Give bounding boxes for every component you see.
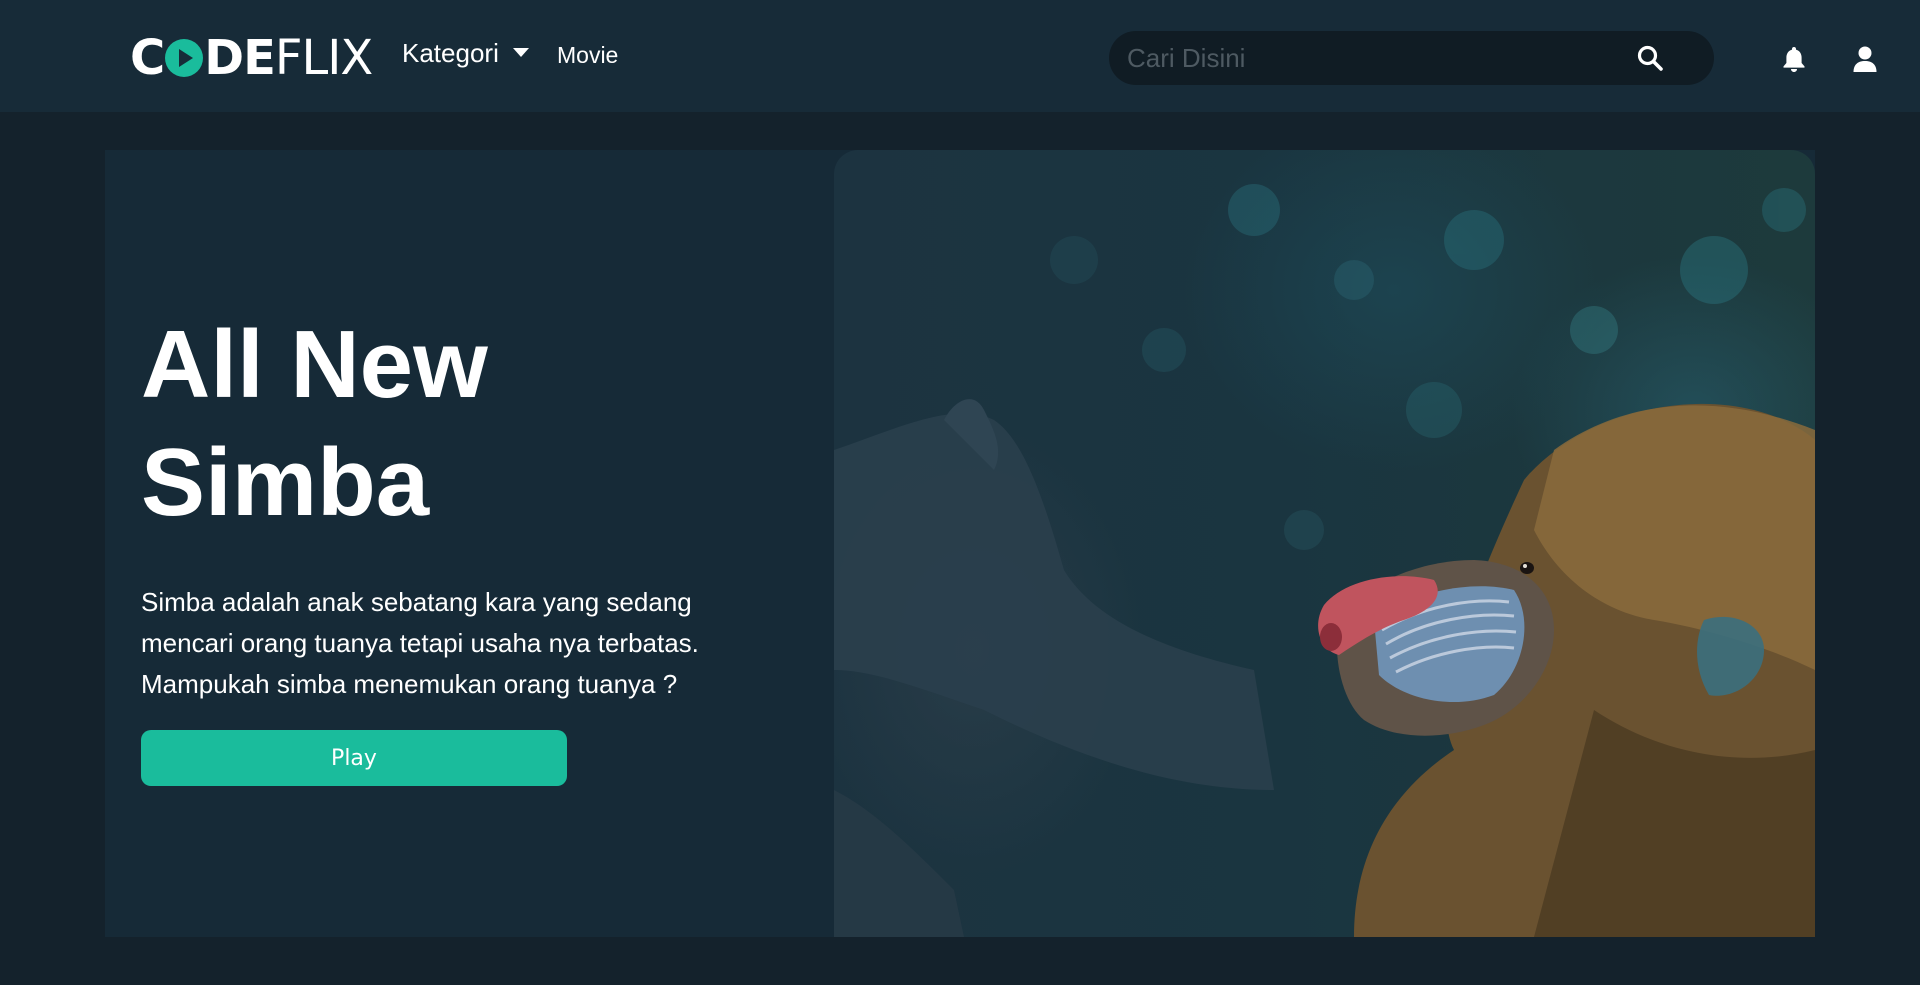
caret-down-icon: [512, 47, 529, 57]
mandrill-illustration: [834, 184, 1815, 937]
search-input[interactable]: [1127, 31, 1627, 85]
top-navbar: C DE FLIX Kategori Movie: [0, 0, 1920, 112]
hero-description: Simba adalah anak sebatang kara yang sed…: [141, 587, 699, 699]
search-icon[interactable]: [1636, 44, 1664, 72]
logo-letter-c: C: [130, 30, 165, 86]
play-circle-icon: [165, 39, 204, 77]
hero-banner: All New Simba Simba adalah anak sebatang…: [105, 150, 1815, 937]
search-bar: [1109, 31, 1714, 85]
play-button[interactable]: Play: [141, 730, 567, 786]
hero-title: All New Simba: [141, 311, 488, 536]
codeflix-logo[interactable]: C DE FLIX: [130, 30, 373, 86]
logo-letters-flix: FLIX: [274, 30, 373, 86]
logo-letters-de: DE: [204, 30, 276, 86]
hero-image: [834, 150, 1815, 937]
kategori-label: Kategori: [402, 38, 499, 68]
bell-icon[interactable]: [1781, 45, 1807, 73]
kategori-dropdown[interactable]: Kategori: [402, 38, 529, 69]
movie-link[interactable]: Movie: [557, 42, 618, 69]
user-icon[interactable]: [1852, 45, 1878, 73]
